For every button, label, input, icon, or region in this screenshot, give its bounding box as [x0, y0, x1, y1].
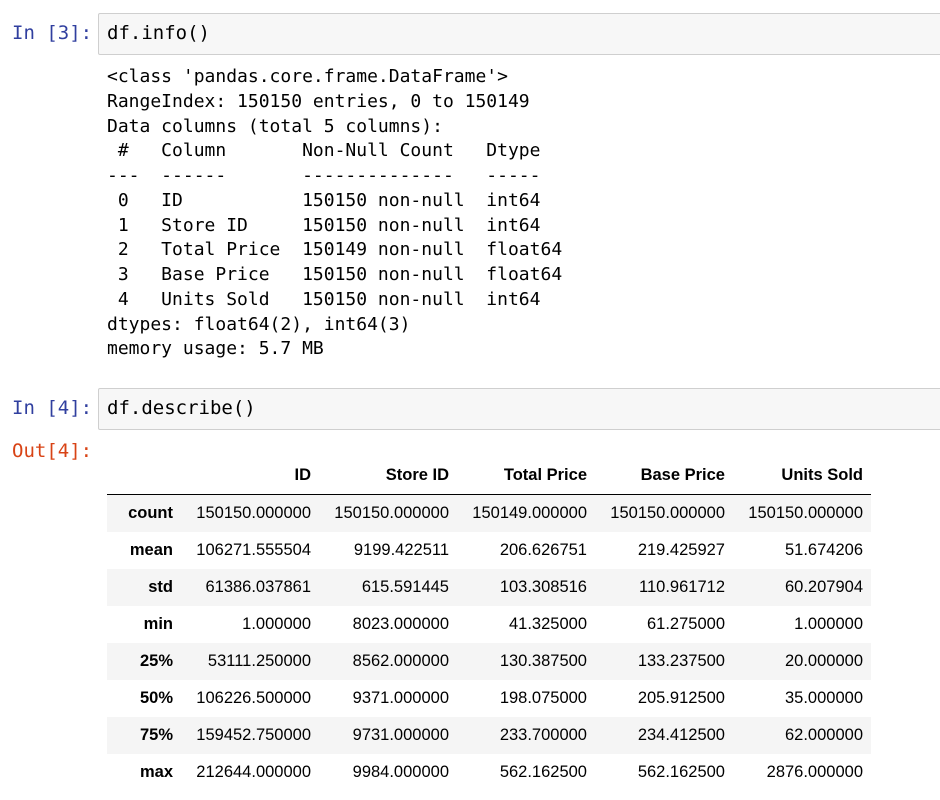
input-prompt-4: In [4]:: [12, 397, 93, 419]
stdout-line: 0 ID 150150 non-null int64: [107, 189, 563, 211]
table-cell: 2876.000000: [766, 762, 863, 781]
table-cell: 53111.250000: [207, 651, 311, 670]
cell-output-stdout: <class 'pandas.core.frame.DataFrame'> Ra…: [107, 65, 562, 362]
code-cell-input-3[interactable]: df.info(): [98, 13, 940, 55]
column-header: ID: [181, 456, 319, 495]
table-cell: 234.412500: [637, 725, 725, 744]
table-cell: 150150.000000: [334, 503, 449, 522]
code-text: df.info(): [107, 22, 210, 44]
table-cell: 615.591445: [361, 577, 449, 596]
table-cell: 61.275000: [647, 614, 725, 633]
table-cell: 1.000000: [794, 614, 863, 633]
stdout-line: 4 Units Sold 150150 non-null int64: [107, 288, 563, 310]
input-prompt-3: In [3]:: [12, 22, 93, 44]
row-label: 75%: [139, 725, 173, 744]
row-label: count: [128, 503, 173, 522]
stdout-line: --- ------ -------------- -----: [107, 165, 563, 186]
table-cell: 150150.000000: [196, 503, 311, 522]
table-cell: 562.162500: [637, 762, 725, 781]
table-cell: 233.700000: [499, 725, 587, 744]
table-header-row: ID Store ID Total Price Base Price Units…: [107, 456, 871, 495]
table-cell: 110.961712: [639, 577, 725, 596]
row-label: min: [143, 614, 173, 633]
column-header: Total Price: [457, 456, 595, 495]
table-cell: 106226.500000: [196, 688, 311, 707]
table-cell: 212644.000000: [196, 762, 311, 781]
table-cell: 198.075000: [499, 688, 587, 707]
table-cell: 41.325000: [509, 614, 587, 633]
table-cell: 9731.000000: [352, 725, 449, 744]
table-row: mean 106271.555504 9199.422511 206.626751 21…: [107, 532, 871, 569]
table-cell: 35.000000: [785, 688, 863, 707]
describe-dataframe-table: ID Store ID Total Price Base Price Units…: [107, 456, 871, 791]
table-row: count 150150.000000 150150.000000 150149.00…: [107, 494, 871, 532]
table-cell: 103.308516: [499, 577, 587, 596]
table-cell: 205.912500: [637, 688, 725, 707]
column-header: Units Sold: [733, 456, 871, 495]
table-cell: 1.000000: [242, 614, 311, 633]
table-cell: 150150.000000: [748, 503, 863, 522]
table-cell: 562.162500: [499, 762, 587, 781]
table-cell: 60.207904: [785, 577, 863, 596]
column-header: Base Price: [595, 456, 733, 495]
table-row: 50% 106226.500000 9371.000000 198.075000 205…: [107, 680, 871, 717]
table-cell: 219.425927: [637, 540, 725, 559]
stdout-line: 1 Store ID 150150 non-null int64: [107, 214, 563, 236]
table-cell: 206.626751: [499, 540, 587, 559]
code-cell-input-4[interactable]: df.describe(): [98, 388, 940, 430]
row-label: max: [139, 762, 173, 781]
table-cell: 159452.750000: [196, 725, 311, 744]
table-row: min 1.000000 8023.000000 41.325000 61.275000…: [107, 606, 871, 643]
row-label: 50%: [139, 688, 173, 707]
table-cell: 62.000000: [785, 725, 863, 744]
code-text: df.describe(): [107, 397, 256, 419]
stdout-line: dtypes: float64(2), int64(3): [107, 313, 411, 335]
output-prompt-4: Out[4]:: [12, 440, 93, 462]
stdout-line: 2 Total Price 150149 non-null float64: [107, 239, 563, 261]
table-row: 75% 159452.750000 9731.000000 233.700000 234…: [107, 716, 871, 754]
table-cell: 150149.000000: [472, 503, 587, 522]
table-cell: 8562.000000: [352, 651, 449, 670]
stdout-line: memory usage: 5.7 MB: [107, 338, 324, 360]
table-cell: 9984.000000: [352, 762, 449, 781]
table-cell: 130.387500: [499, 651, 587, 670]
stdout-line: RangeIndex: 150150 entries, 0 to 150149: [107, 90, 530, 112]
table-cell: 150150.000000: [610, 503, 725, 522]
stdout-line: <class 'pandas.core.frame.DataFrame'>: [107, 66, 508, 87]
table-row: max 212644.000000 9984.000000 562.162500 562…: [107, 754, 871, 791]
table-cell: 9199.422511: [353, 540, 449, 559]
table-cell: 51.674206: [785, 540, 863, 559]
table-row: std 61386.037861 615.591445 103.308516 110.9…: [107, 568, 871, 606]
table-cell: 106271.555504: [196, 540, 311, 559]
table-row: 25% 53111.250000 8562.000000 130.387500 133.…: [107, 642, 871, 680]
column-header: Store ID: [319, 456, 457, 495]
stdout-line: 3 Base Price 150150 non-null float64: [107, 264, 563, 285]
table-cell: 8023.000000: [352, 614, 449, 633]
column-header-index: [107, 456, 181, 495]
table-cell: 20.000000: [785, 651, 863, 670]
row-label: std: [148, 577, 173, 596]
row-label: 25%: [139, 651, 173, 670]
row-label: mean: [129, 540, 173, 559]
stdout-line: Data columns (total 5 columns):: [107, 115, 443, 137]
table-cell: 61386.037861: [205, 577, 311, 596]
table-cell: 133.237500: [637, 651, 725, 670]
stdout-line: # Column Non-Null Count Dtype: [107, 140, 563, 162]
table-cell: 9371.000000: [352, 688, 449, 707]
